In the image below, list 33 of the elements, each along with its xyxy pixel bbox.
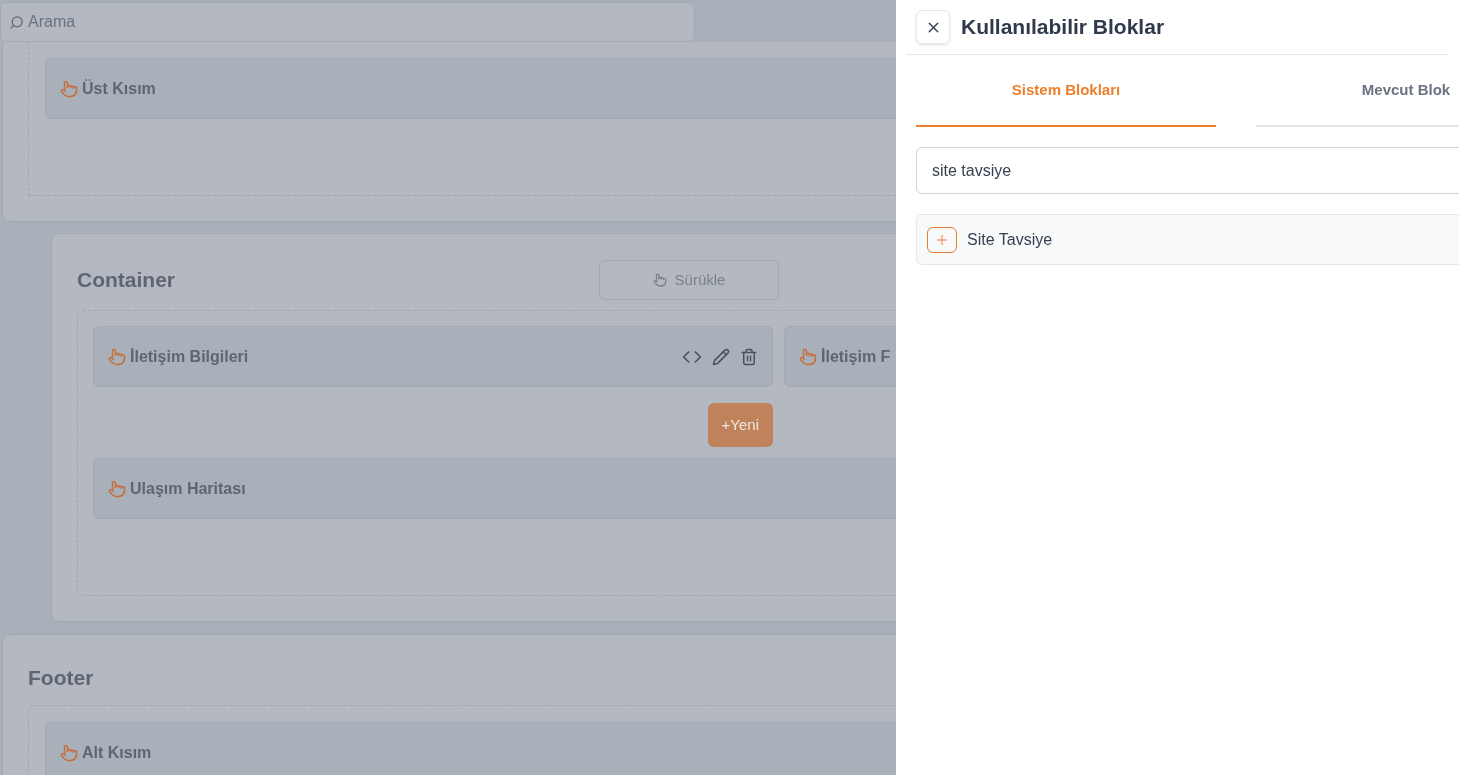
block-label: İletişim Bilgileri [130,346,249,367]
edit-icon[interactable] [712,347,730,366]
search-icon [9,14,24,30]
hand-icon [60,743,78,762]
hand-icon [60,79,78,98]
hand-icon [799,347,817,366]
section-title: Container [77,267,176,294]
section-title: Footer [28,665,94,692]
block-card[interactable]: İletişim Bilgileri [93,326,773,387]
close-button[interactable] [916,10,950,44]
delete-icon[interactable] [740,347,758,366]
block-label: Üst Kısım [82,78,156,99]
add-icon[interactable] [927,226,957,253]
new-button[interactable]: +Yeni [707,403,773,447]
block-card[interactable]: Üst Kısım [45,58,896,119]
search-field[interactable]: Arama [0,2,695,42]
block-card[interactable]: Alt Kısım [45,722,896,775]
hand-icon [108,479,126,498]
hand-icon [652,273,667,287]
block-label: İletişim F [821,346,891,367]
tab[interactable]: Sistem Blokları [916,55,1216,127]
tab[interactable]: Mevcut Blok [1256,55,1459,127]
search-field[interactable]: site tavsiye [916,147,1459,194]
hand-icon [108,347,126,366]
drag-button[interactable]: Sürükle [599,260,779,300]
block-card[interactable]: İletişim F [784,326,896,387]
block-card[interactable]: Ulaşım Haritası [93,458,896,519]
search-input[interactable]: Arama [28,10,628,34]
block-label: Ulaşım Haritası [130,478,246,499]
block-label: Alt Kısım [82,742,152,763]
block-option[interactable]: Site Tavsiye [916,214,1459,265]
drawer-title: Kullanılabilir Bloklar [961,14,1165,41]
option-label: Site Tavsiye [967,229,1053,250]
